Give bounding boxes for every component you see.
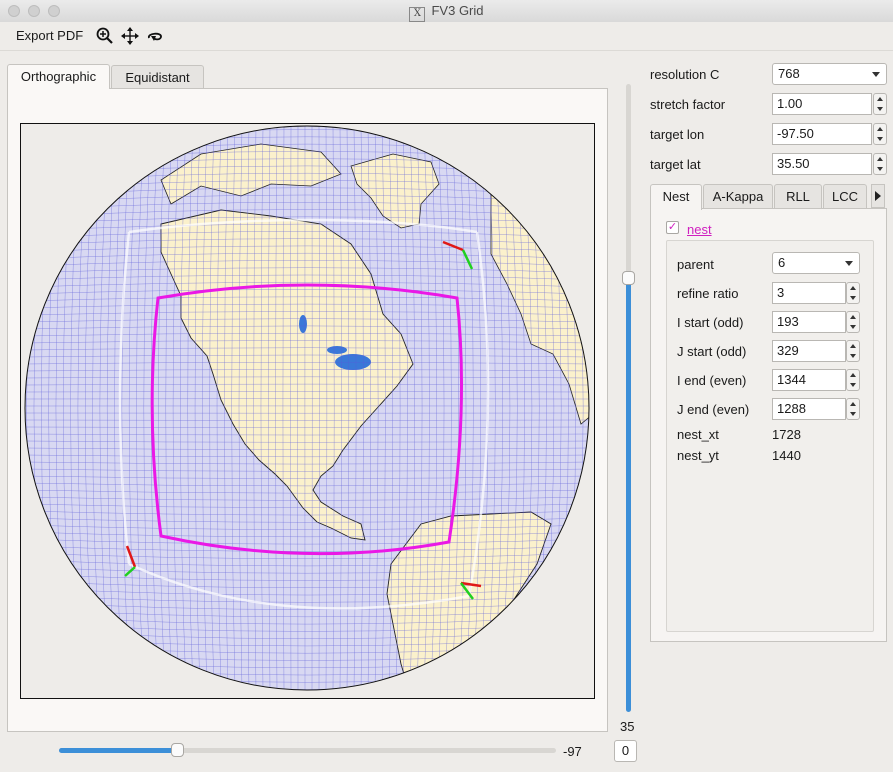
resolution-value: 768: [778, 66, 800, 81]
refine-ratio-label: refine ratio: [677, 286, 739, 301]
jend-label: J end (even): [677, 402, 750, 417]
istart-stepper[interactable]: [846, 311, 860, 333]
toolbar: Export PDF: [0, 22, 893, 51]
reset-button[interactable]: 0: [614, 740, 637, 762]
jend-stepper[interactable]: [846, 398, 860, 420]
tab-a-kappa[interactable]: A-Kappa: [703, 184, 773, 209]
stretch-factor-stepper[interactable]: [873, 93, 887, 115]
tab-rll[interactable]: RLL: [774, 184, 822, 209]
tab-scroll-right-button[interactable]: [871, 184, 885, 208]
latitude-slider-handle[interactable]: [622, 271, 635, 285]
nest-checkbox[interactable]: ✓: [666, 221, 679, 234]
latitude-slider-value: 35: [620, 719, 635, 734]
grid-meridian: [25, 126, 26, 690]
chevron-down-icon: [872, 72, 880, 77]
longitude-slider-fill: [59, 748, 177, 753]
nest-xt-label: nest_xt: [677, 427, 719, 442]
longitude-slider-handle[interactable]: [171, 743, 184, 757]
jstart-input[interactable]: 329: [772, 340, 846, 362]
tab-orthographic[interactable]: Orthographic: [7, 64, 110, 89]
export-pdf-button[interactable]: Export PDF: [16, 27, 83, 45]
lake-winnipeg: [299, 315, 307, 333]
longitude-slider-value: -97: [563, 744, 582, 759]
chevron-right-icon: [875, 191, 881, 201]
chevron-down-icon: [845, 261, 853, 266]
iend-input[interactable]: 1344: [772, 369, 846, 391]
target-lat-input[interactable]: 35.50: [772, 153, 872, 175]
istart-input[interactable]: 193: [772, 311, 846, 333]
refine-ratio-input[interactable]: 3: [772, 282, 846, 304]
target-lon-label: target lon: [650, 127, 705, 142]
parent-label: parent: [677, 257, 714, 272]
stretch-factor-input[interactable]: 1.00: [772, 93, 872, 115]
tab-nest[interactable]: Nest: [650, 184, 702, 210]
jstart-stepper[interactable]: [846, 340, 860, 362]
nest-checkbox-label[interactable]: nest: [687, 222, 712, 237]
globe-view: [24, 125, 590, 691]
latitude-slider-fill: [626, 280, 631, 712]
jstart-label: J start (odd): [677, 344, 747, 359]
jend-input[interactable]: 1288: [772, 398, 846, 420]
resolution-combo[interactable]: 768: [772, 63, 887, 85]
nest-xt-value: 1728: [772, 427, 801, 442]
iend-label: I end (even): [677, 373, 747, 388]
tab-lcc[interactable]: LCC: [823, 184, 867, 209]
window-title: FV3 Grid: [431, 3, 484, 18]
parent-value: 6: [778, 255, 786, 270]
great-lakes: [335, 354, 371, 370]
pan-icon[interactable]: [120, 26, 140, 46]
target-lon-input[interactable]: -97.50: [772, 123, 872, 145]
target-lon-stepper[interactable]: [873, 123, 887, 145]
map-canvas[interactable]: [20, 123, 595, 699]
nest-yt-label: nest_yt: [677, 448, 719, 463]
nest-yt-value: 1440: [772, 448, 801, 463]
tab-equidistant[interactable]: Equidistant: [111, 65, 204, 89]
lake-superior: [327, 346, 347, 354]
zoom-in-icon[interactable]: [95, 26, 115, 46]
rotate-icon[interactable]: [145, 26, 165, 46]
x11-app-icon: X: [409, 7, 426, 22]
resolution-label: resolution C: [650, 67, 720, 82]
title-bar: X FV3 Grid: [0, 0, 893, 23]
stretch-factor-label: stretch factor: [650, 97, 726, 112]
parent-combo[interactable]: 6: [772, 252, 860, 274]
iend-stepper[interactable]: [846, 369, 860, 391]
istart-label: I start (odd): [677, 315, 744, 330]
target-lat-stepper[interactable]: [873, 153, 887, 175]
refine-ratio-stepper[interactable]: [846, 282, 860, 304]
target-lat-label: target lat: [650, 157, 701, 172]
